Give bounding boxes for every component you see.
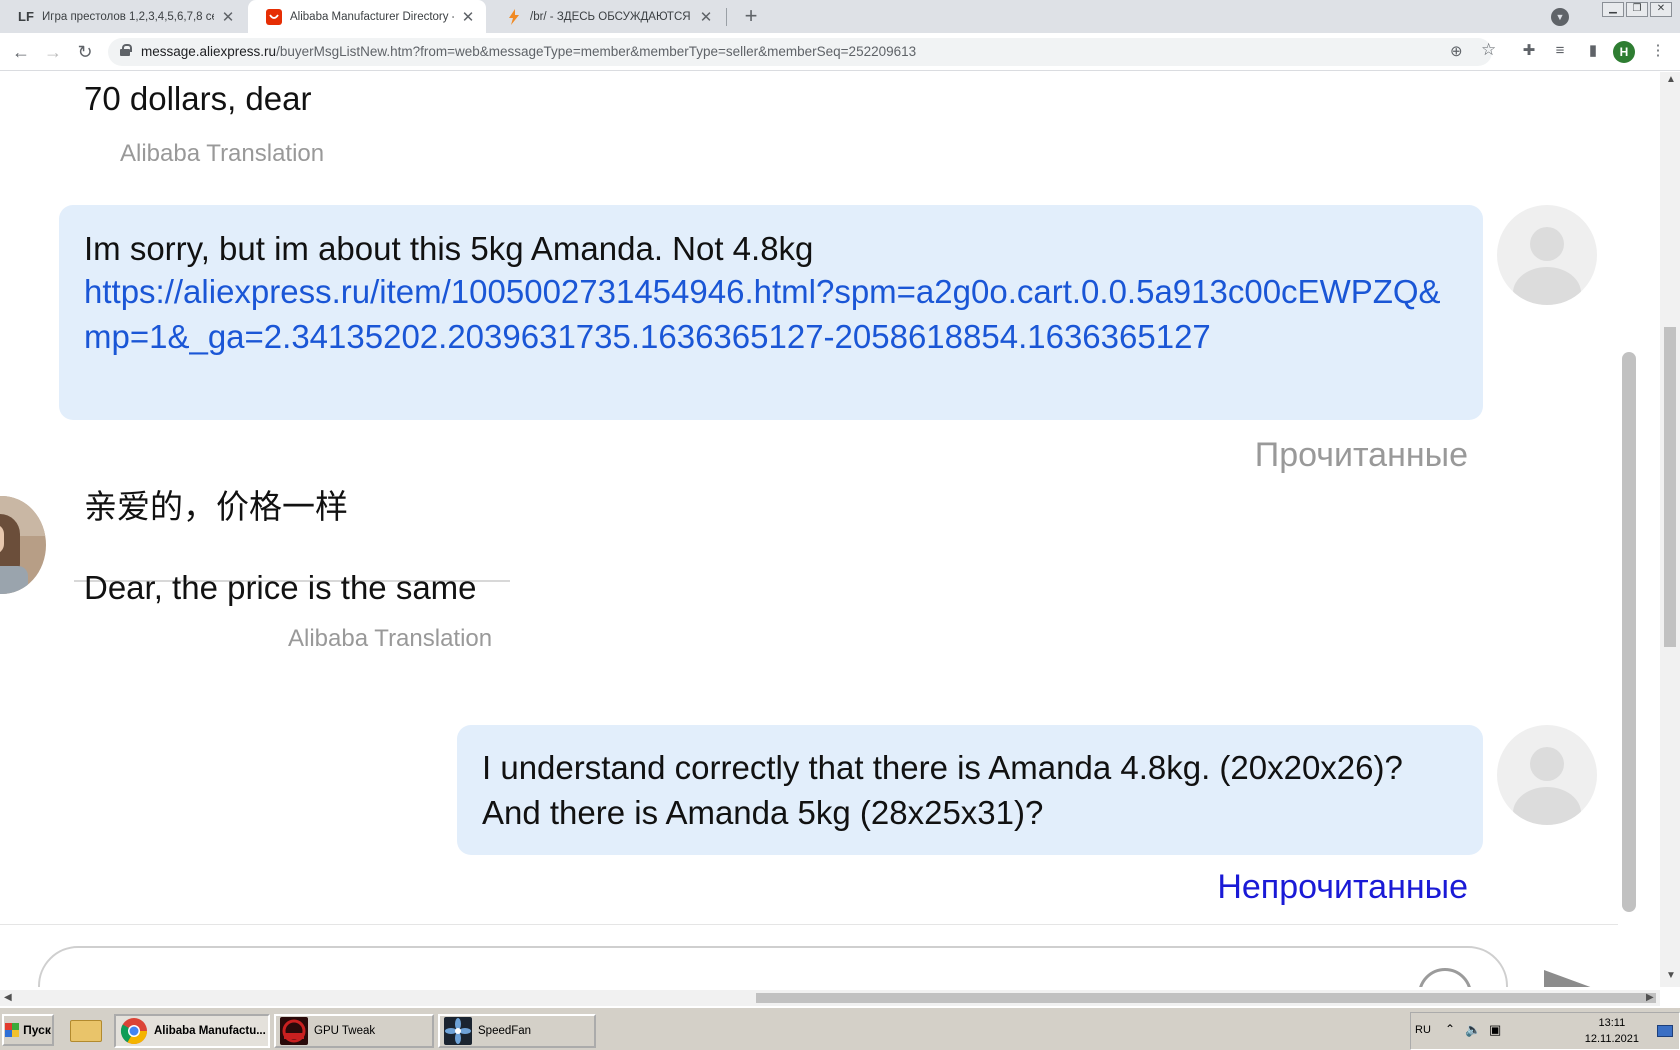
tab-game-of-thrones[interactable]: LF Игра престолов 1,2,3,4,5,6,7,8 сез ✕ xyxy=(0,0,246,33)
lock-icon[interactable] xyxy=(120,44,132,56)
buyer-message-line2: And there is Amanda 5kg (28x25x31)? xyxy=(482,794,1044,831)
language-indicator[interactable]: RU xyxy=(1415,1024,1431,1036)
close-tab-icon[interactable]: ✕ xyxy=(698,8,714,26)
composer-separator xyxy=(0,924,1640,925)
close-tab-icon[interactable]: ✕ xyxy=(220,8,236,26)
tab-title: /br/ - ЗДЕСЬ ОБСУЖДАЮТСЯ РЕЗУ xyxy=(530,10,692,23)
scroll-left-icon[interactable]: ◀ xyxy=(4,992,12,1003)
reload-icon[interactable]: ↻ xyxy=(74,41,96,63)
buyer-message-line1: I understand correctly that there is Ama… xyxy=(482,749,1403,786)
windows-taskbar: Пуск Alibaba Manufactu... GPU Tweak Spee… xyxy=(0,1006,1680,1050)
tab-title: Игра престолов 1,2,3,4,5,6,7,8 сез xyxy=(42,10,214,23)
system-tray: RU ⌃ 🔈 ▣ 13:11 12.11.2021 xyxy=(1410,1012,1680,1050)
volume-icon[interactable]: 🔈 xyxy=(1465,1022,1481,1038)
seller-message-text: 70 dollars, dear xyxy=(84,80,312,117)
buyer-message-bubble: I understand correctly that there is Ama… xyxy=(457,725,1483,855)
forward-arrow-icon[interactable]: → xyxy=(42,41,64,63)
buyer-avatar xyxy=(1497,205,1597,305)
tab-strip: LF Игра престолов 1,2,3,4,5,6,7,8 сез ✕ … xyxy=(0,0,1680,33)
clock-date: 12.11.2021 xyxy=(1584,1033,1639,1045)
taskbar-item-label: SpeedFan xyxy=(478,1025,532,1037)
restore-button[interactable]: ❐ xyxy=(1626,2,1648,17)
minimize-button[interactable]: ▁ xyxy=(1602,2,1624,17)
bookmark-star-icon[interactable]: ☆ xyxy=(1481,40,1496,60)
tab-separator xyxy=(726,8,727,26)
network-icon[interactable]: ▣ xyxy=(1489,1022,1501,1038)
seller-translated-text: Dear, the price is the same xyxy=(84,569,477,606)
horizontal-scrollbar[interactable]: ◀ ▶ xyxy=(0,990,1660,1006)
page-scrollbar[interactable]: ▲ ▼ xyxy=(1660,72,1680,987)
unread-status: Непрочитанные xyxy=(1217,868,1468,906)
product-link[interactable]: https://aliexpress.ru/item/1005002731454… xyxy=(84,269,1459,359)
scroll-right-icon[interactable]: ▶ xyxy=(1646,992,1654,1003)
chat-scrollbar[interactable] xyxy=(1618,72,1640,987)
lf-favicon-icon: LF xyxy=(18,9,34,24)
back-arrow-icon[interactable]: ← xyxy=(10,41,32,63)
side-panel-icon[interactable]: ▮ xyxy=(1583,41,1603,61)
bolt-icon xyxy=(506,8,522,25)
clock[interactable]: 13:11 12.11.2021 xyxy=(1585,1015,1639,1047)
read-status: Прочитанные xyxy=(1254,436,1468,474)
taskbar-item-chrome[interactable]: Alibaba Manufactu... xyxy=(114,1014,270,1048)
buyer-avatar xyxy=(1497,725,1597,825)
fan-icon xyxy=(444,1017,472,1045)
buyer-message-bubble: Im sorry, but im about this 5kg Amanda. … xyxy=(59,205,1483,420)
zoom-icon[interactable]: ⊕ xyxy=(1450,42,1463,60)
chat-viewport: 70 dollars, dear Alibaba Translation Im … xyxy=(0,72,1640,987)
gpu-tweak-icon xyxy=(280,1017,308,1045)
windows-logo-icon xyxy=(5,1023,20,1037)
address-bar[interactable]: message.aliexpress.ru/buyerMsgListNew.ht… xyxy=(108,38,1496,66)
folder-icon xyxy=(70,1020,102,1042)
send-icon[interactable] xyxy=(1544,970,1604,987)
menu-kebab-icon[interactable]: ⋮ xyxy=(1648,41,1668,61)
show-desktop-icon[interactable] xyxy=(1657,1025,1673,1037)
clock-time: 13:11 xyxy=(1598,1017,1626,1029)
start-button[interactable]: Пуск xyxy=(2,1014,54,1046)
browser-toolbar: ← → ↻ message.aliexpress.ru/buyerMsgList… xyxy=(0,33,1680,71)
close-window-button[interactable]: ✕ xyxy=(1650,2,1672,17)
taskbar-item-gpu-tweak[interactable]: GPU Tweak xyxy=(274,1014,434,1048)
url-text[interactable]: message.aliexpress.ru/buyerMsgListNew.ht… xyxy=(141,44,916,59)
buyer-message-text: Im sorry, but im about this 5kg Amanda. … xyxy=(84,230,814,267)
translation-label: Alibaba Translation xyxy=(120,140,325,167)
start-label: Пуск xyxy=(23,1023,51,1037)
page-scrollbar-thumb[interactable] xyxy=(1664,327,1676,647)
taskbar-item-label: Alibaba Manufactu... xyxy=(154,1025,266,1037)
reading-list-icon[interactable]: ≡ xyxy=(1550,41,1570,61)
horizontal-scrollbar-thumb[interactable] xyxy=(756,993,1656,1003)
scroll-down-icon[interactable]: ▼ xyxy=(1666,970,1676,981)
extensions-puzzle-icon[interactable]: ✚ xyxy=(1519,41,1539,61)
taskbar-item-label: GPU Tweak xyxy=(314,1025,376,1037)
tab-alibaba[interactable]: Alibaba Manufacturer Directory - Su ✕ xyxy=(248,0,486,33)
tab-br-forum[interactable]: /br/ - ЗДЕСЬ ОБСУЖДАЮТСЯ РЕЗУ ✕ xyxy=(488,0,724,33)
chrome-icon xyxy=(120,1017,148,1045)
translation-label: Alibaba Translation xyxy=(288,625,493,652)
url-host: message.aliexpress.ru xyxy=(141,44,277,59)
chat-scrollbar-thumb[interactable] xyxy=(1622,352,1636,912)
tab-search-icon[interactable]: ▼ xyxy=(1551,8,1569,26)
close-tab-icon[interactable]: ✕ xyxy=(460,8,476,26)
tab-title: Alibaba Manufacturer Directory - Su xyxy=(290,10,454,23)
profile-avatar[interactable]: H xyxy=(1613,41,1635,63)
tray-expand-icon[interactable]: ⌃ xyxy=(1445,1022,1455,1036)
url-path: /buyerMsgListNew.htm?from=web&messageTyp… xyxy=(276,44,917,59)
window-controls: ▁ ❐ ✕ xyxy=(1602,2,1672,17)
explorer-quicklaunch[interactable] xyxy=(66,1014,106,1046)
taskbar-item-speedfan[interactable]: SpeedFan xyxy=(438,1014,596,1048)
message-input[interactable] xyxy=(38,946,1508,987)
seller-original-text: 亲爱的，价格一样 xyxy=(84,487,348,526)
aliexpress-icon xyxy=(266,8,282,25)
seller-avatar[interactable] xyxy=(0,496,46,594)
new-tab-button[interactable]: + xyxy=(737,3,765,31)
scroll-up-icon[interactable]: ▲ xyxy=(1666,74,1676,85)
